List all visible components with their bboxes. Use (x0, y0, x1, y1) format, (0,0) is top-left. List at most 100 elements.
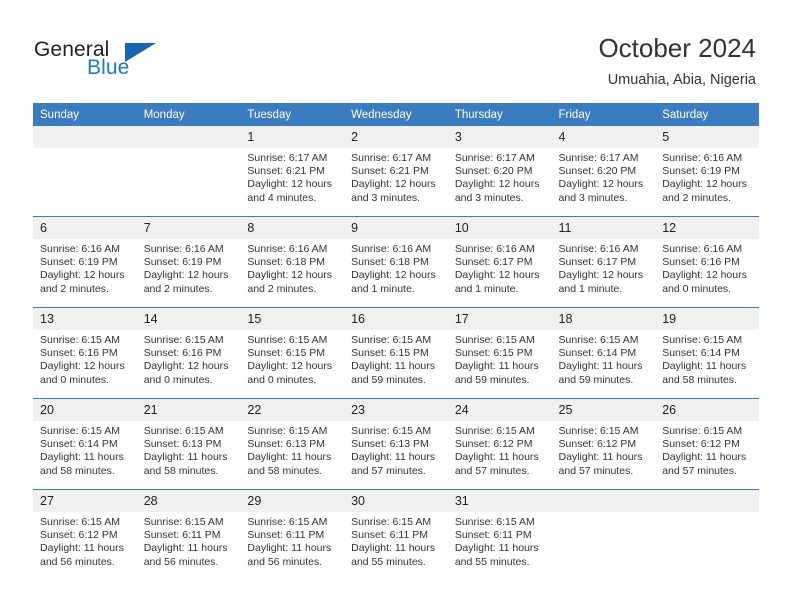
day-number: 4 (551, 126, 656, 148)
sunset-text: Sunset: 6:16 PM (40, 347, 118, 360)
daylight-text-line1: Daylight: 12 hours (662, 178, 747, 191)
daylight-text-line2: and 56 minutes. (40, 555, 115, 568)
daylight-text-line2: and 57 minutes. (454, 464, 530, 477)
day-cell[interactable]: 19 Sunrise: 6:15 AM Sunset: 6:14 PM Dayl… (655, 307, 759, 399)
daylight-text-line2: and 57 minutes. (662, 464, 737, 477)
day-cell[interactable]: 8 Sunrise: 6:16 AM Sunset: 6:18 PM Dayli… (240, 216, 345, 308)
day-number: 21 (136, 399, 241, 421)
day-number: 5 (655, 126, 759, 148)
sunrise-text: Sunrise: 6:15 AM (143, 516, 224, 528)
sunrise-text: Sunrise: 6:15 AM (454, 516, 535, 528)
day-cell[interactable]: 9 Sunrise: 6:16 AM Sunset: 6:18 PM Dayli… (344, 216, 448, 308)
day-cell-empty (33, 126, 137, 217)
sunrise-text: Sunrise: 6:16 AM (662, 243, 743, 255)
day-cell[interactable]: 6 Sunrise: 6:16 AM Sunset: 6:19 PM Dayli… (33, 216, 137, 308)
sunset-text: Sunset: 6:12 PM (558, 438, 637, 451)
daylight-text-line2: and 2 minutes. (662, 191, 732, 204)
day-cell[interactable]: 30 Sunrise: 6:15 AM Sunset: 6:11 PM Dayl… (344, 489, 448, 580)
day-cell[interactable]: 3 Sunrise: 6:17 AM Sunset: 6:20 PM Dayli… (447, 126, 552, 217)
sunrise-text: Sunrise: 6:15 AM (454, 425, 535, 437)
calendar-header-row: Sunday Monday Tuesday Wednesday Thursday… (33, 103, 759, 126)
day-cell[interactable]: 22 Sunrise: 6:15 AM Sunset: 6:13 PM Dayl… (240, 398, 345, 490)
day-cell[interactable]: 25 Sunrise: 6:15 AM Sunset: 6:12 PM Dayl… (551, 398, 656, 490)
day-cell[interactable]: 1 Sunrise: 6:17 AM Sunset: 6:21 PM Dayli… (240, 126, 345, 217)
day-cell[interactable]: 24 Sunrise: 6:15 AM Sunset: 6:12 PM Dayl… (447, 398, 552, 490)
daylight-text-line2: and 58 minutes. (662, 373, 737, 386)
page-subtitle-location: Umuahia, Abia, Nigeria (607, 72, 756, 88)
day-cell[interactable]: 23 Sunrise: 6:15 AM Sunset: 6:13 PM Dayl… (344, 398, 448, 490)
day-details: Sunrise: 6:15 AM Sunset: 6:12 PM Dayligh… (448, 421, 552, 478)
day-number (551, 490, 656, 512)
daylight-text-line1: Daylight: 11 hours (454, 451, 539, 464)
daylight-text-line2: and 0 minutes. (40, 373, 109, 386)
day-cell[interactable]: 31 Sunrise: 6:15 AM Sunset: 6:11 PM Dayl… (447, 489, 552, 580)
day-cell-empty (136, 126, 241, 217)
sunset-text: Sunset: 6:14 PM (662, 347, 740, 360)
sunset-text: Sunset: 6:13 PM (247, 438, 326, 451)
day-cell[interactable]: 29 Sunrise: 6:15 AM Sunset: 6:11 PM Dayl… (240, 489, 345, 580)
day-number: 1 (240, 126, 345, 148)
day-cell[interactable]: 5 Sunrise: 6:16 AM Sunset: 6:19 PM Dayli… (655, 126, 759, 217)
day-cell[interactable]: 2 Sunrise: 6:17 AM Sunset: 6:21 PM Dayli… (344, 126, 448, 217)
day-cell[interactable]: 11 Sunrise: 6:16 AM Sunset: 6:17 PM Dayl… (551, 216, 656, 308)
general-blue-logo[interactable]: General Blue (34, 38, 234, 84)
sunset-text: Sunset: 6:12 PM (40, 529, 118, 542)
sunset-text: Sunset: 6:12 PM (454, 438, 533, 451)
day-cell[interactable]: 15 Sunrise: 6:15 AM Sunset: 6:15 PM Dayl… (240, 307, 345, 399)
day-details: Sunrise: 6:15 AM Sunset: 6:16 PM Dayligh… (33, 330, 137, 387)
daylight-text-line1: Daylight: 12 hours (247, 178, 333, 191)
calendar-week-row: 13 Sunrise: 6:15 AM Sunset: 6:16 PM Dayl… (33, 307, 759, 399)
day-number: 22 (240, 399, 345, 421)
day-number: 6 (33, 217, 137, 239)
sunrise-text: Sunrise: 6:16 AM (351, 243, 432, 255)
day-number: 9 (344, 217, 448, 239)
daylight-text-line1: Daylight: 11 hours (558, 360, 643, 373)
daylight-text-line1: Daylight: 12 hours (351, 269, 436, 282)
day-cell[interactable]: 4 Sunrise: 6:17 AM Sunset: 6:20 PM Dayli… (551, 126, 656, 217)
day-cell[interactable]: 16 Sunrise: 6:15 AM Sunset: 6:15 PM Dayl… (344, 307, 448, 399)
day-cell[interactable]: 13 Sunrise: 6:15 AM Sunset: 6:16 PM Dayl… (33, 307, 137, 399)
daylight-text-line2: and 56 minutes. (247, 555, 323, 568)
sunset-text: Sunset: 6:21 PM (351, 165, 429, 178)
day-details: Sunrise: 6:15 AM Sunset: 6:13 PM Dayligh… (240, 421, 344, 478)
sunset-text: Sunset: 6:14 PM (40, 438, 118, 451)
sunrise-text: Sunrise: 6:15 AM (351, 516, 432, 528)
day-details: Sunrise: 6:16 AM Sunset: 6:18 PM Dayligh… (240, 239, 344, 296)
day-cell[interactable]: 12 Sunrise: 6:16 AM Sunset: 6:16 PM Dayl… (655, 216, 759, 308)
day-details: Sunrise: 6:16 AM Sunset: 6:17 PM Dayligh… (552, 239, 656, 296)
day-details: Sunrise: 6:15 AM Sunset: 6:14 PM Dayligh… (552, 330, 656, 387)
sunset-text: Sunset: 6:17 PM (558, 256, 637, 269)
day-cell[interactable]: 20 Sunrise: 6:15 AM Sunset: 6:14 PM Dayl… (33, 398, 137, 490)
daylight-text-line2: and 1 minute. (454, 282, 519, 295)
day-cell[interactable]: 7 Sunrise: 6:16 AM Sunset: 6:19 PM Dayli… (136, 216, 241, 308)
sunrise-text: Sunrise: 6:15 AM (454, 334, 535, 346)
day-number: 30 (344, 490, 448, 512)
daylight-text-line1: Daylight: 12 hours (143, 269, 229, 282)
day-cell[interactable]: 17 Sunrise: 6:15 AM Sunset: 6:15 PM Dayl… (447, 307, 552, 399)
day-cell[interactable]: 21 Sunrise: 6:15 AM Sunset: 6:13 PM Dayl… (136, 398, 241, 490)
day-number: 13 (33, 308, 137, 330)
day-cell[interactable]: 14 Sunrise: 6:15 AM Sunset: 6:16 PM Dayl… (136, 307, 241, 399)
daylight-text-line2: and 59 minutes. (351, 373, 426, 386)
sunset-text: Sunset: 6:20 PM (454, 165, 533, 178)
day-cell[interactable]: 28 Sunrise: 6:15 AM Sunset: 6:11 PM Dayl… (136, 489, 241, 580)
calendar-page: General Blue October 2024 Umuahia, Abia,… (0, 0, 792, 612)
day-number: 23 (344, 399, 448, 421)
day-cell[interactable]: 26 Sunrise: 6:15 AM Sunset: 6:12 PM Dayl… (655, 398, 759, 490)
calendar-week-row: 20 Sunrise: 6:15 AM Sunset: 6:14 PM Dayl… (33, 398, 759, 490)
logo-text-blue: Blue (87, 56, 130, 79)
daylight-text-line2: and 0 minutes. (143, 373, 213, 386)
day-number: 27 (33, 490, 137, 512)
day-number (655, 490, 759, 512)
daylight-text-line2: and 1 minute. (351, 282, 415, 295)
day-cell[interactable]: 18 Sunrise: 6:15 AM Sunset: 6:14 PM Dayl… (551, 307, 656, 399)
sunrise-text: Sunrise: 6:16 AM (40, 243, 120, 255)
daylight-text-line1: Daylight: 12 hours (558, 178, 644, 191)
day-cell[interactable]: 10 Sunrise: 6:16 AM Sunset: 6:17 PM Dayl… (447, 216, 552, 308)
daylight-text-line2: and 58 minutes. (247, 464, 323, 477)
sunrise-text: Sunrise: 6:15 AM (247, 425, 328, 437)
weekday-header-monday: Monday (136, 103, 241, 126)
day-number: 3 (447, 126, 552, 148)
sunset-text: Sunset: 6:11 PM (351, 529, 428, 542)
day-cell[interactable]: 27 Sunrise: 6:15 AM Sunset: 6:12 PM Dayl… (33, 489, 137, 580)
